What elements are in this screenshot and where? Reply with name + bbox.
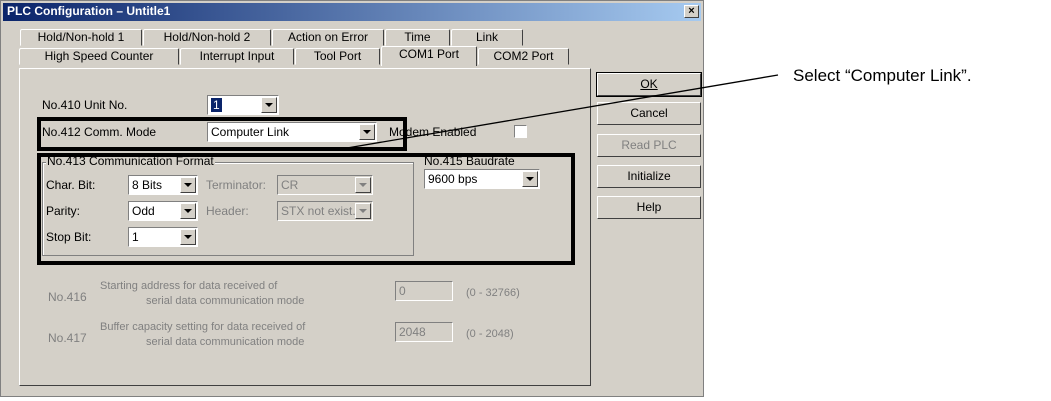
annotation-pointer-line [346, 74, 779, 149]
annotation-text: Select “Computer Link”. [793, 66, 972, 85]
tab-com1-port[interactable]: COM1 Port [381, 46, 477, 66]
